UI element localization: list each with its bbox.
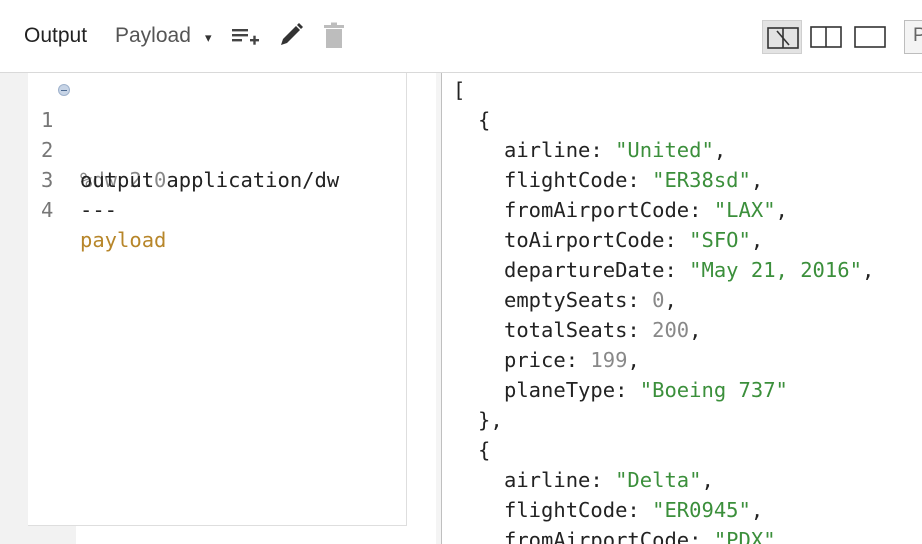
line-number: 4 bbox=[41, 198, 54, 222]
output-field: departureDate: "May 21, 2016", bbox=[504, 258, 875, 282]
output-field: totalSeats: 200, bbox=[504, 318, 702, 342]
trash-icon[interactable] bbox=[320, 20, 350, 52]
field-value: "PDX" bbox=[713, 528, 776, 544]
code-text: output application/dw bbox=[80, 168, 340, 192]
output-field: price: 199, bbox=[504, 348, 640, 372]
field-key: price bbox=[504, 348, 566, 372]
field-value: 200 bbox=[652, 318, 690, 342]
output-field: planeType: "Boeing 737" bbox=[504, 378, 788, 402]
field-key: airline bbox=[504, 138, 591, 162]
field-key: toAirportCode bbox=[504, 228, 665, 252]
field-key: departureDate bbox=[504, 258, 665, 282]
code-text: --- bbox=[80, 198, 118, 222]
field-key: fromAirportCode bbox=[504, 528, 690, 544]
field-value: "ER38sd" bbox=[652, 168, 751, 192]
output-preview: [ { airline: "United", flightCode: "ER38… bbox=[443, 73, 922, 544]
output-field: fromAirportCode: "LAX", bbox=[504, 198, 788, 222]
field-value: "Delta" bbox=[615, 468, 702, 492]
editor-bottom-strip bbox=[28, 526, 76, 544]
code-line: 3 --- bbox=[28, 135, 117, 222]
script-editor[interactable]: 1 %dw 2.0 2 output application/dw 3 --- … bbox=[28, 73, 407, 526]
pencil-icon[interactable] bbox=[276, 20, 306, 52]
output-tab-label[interactable]: Output bbox=[24, 24, 87, 48]
record-close-brace: }, bbox=[478, 408, 503, 432]
field-value: "SFO" bbox=[689, 228, 751, 252]
output-field: flightCode: "ER38sd", bbox=[504, 168, 764, 192]
field-key: flightCode bbox=[504, 498, 628, 522]
field-value: "ER0945" bbox=[652, 498, 751, 522]
field-key: airline bbox=[504, 468, 591, 492]
field-value: "United" bbox=[615, 138, 714, 162]
field-value: "May 21, 2016" bbox=[689, 258, 862, 282]
code-line: 2 output application/dw bbox=[28, 105, 339, 192]
field-key: totalSeats bbox=[504, 318, 628, 342]
preview-button[interactable]: P bbox=[904, 20, 922, 54]
field-value: 0 bbox=[652, 288, 665, 312]
editor-gutter-background bbox=[0, 73, 28, 544]
add-list-icon[interactable] bbox=[231, 20, 261, 52]
field-key: flightCode bbox=[504, 168, 628, 192]
two-column-icon[interactable] bbox=[806, 20, 846, 54]
field-value: "Boeing 737" bbox=[639, 378, 788, 402]
output-field: airline: "United", bbox=[504, 138, 727, 162]
field-key: emptySeats bbox=[504, 288, 628, 312]
chevron-down-icon[interactable]: ▾ bbox=[205, 30, 212, 46]
toolbar: Output Payload ▾ P bbox=[0, 0, 922, 73]
field-key: planeType bbox=[504, 378, 616, 402]
field-value: "LAX" bbox=[713, 198, 776, 222]
open-bracket: [ bbox=[453, 78, 466, 102]
code-line: 1 %dw 2.0 bbox=[28, 75, 166, 192]
split-view-icon[interactable] bbox=[762, 20, 802, 54]
output-field: fromAirportCode: "PDX", bbox=[504, 525, 788, 544]
output-field: emptySeats: 0, bbox=[504, 288, 677, 312]
collapse-icon[interactable] bbox=[58, 84, 70, 96]
output-field: toAirportCode: "SFO", bbox=[504, 228, 764, 252]
payload-selector[interactable]: Payload bbox=[115, 24, 191, 48]
record-open-brace: { bbox=[478, 108, 491, 132]
field-value: 199 bbox=[590, 348, 628, 372]
code-line: 4 payload bbox=[28, 165, 166, 252]
code-text: payload bbox=[80, 228, 167, 252]
output-field: flightCode: "ER0945", bbox=[504, 498, 764, 522]
output-field: airline: "Delta", bbox=[504, 468, 714, 492]
field-key: fromAirportCode bbox=[504, 198, 690, 222]
panel-resize-handle[interactable] bbox=[436, 73, 442, 544]
record-open-brace: { bbox=[478, 438, 491, 462]
single-column-icon[interactable] bbox=[850, 20, 890, 54]
